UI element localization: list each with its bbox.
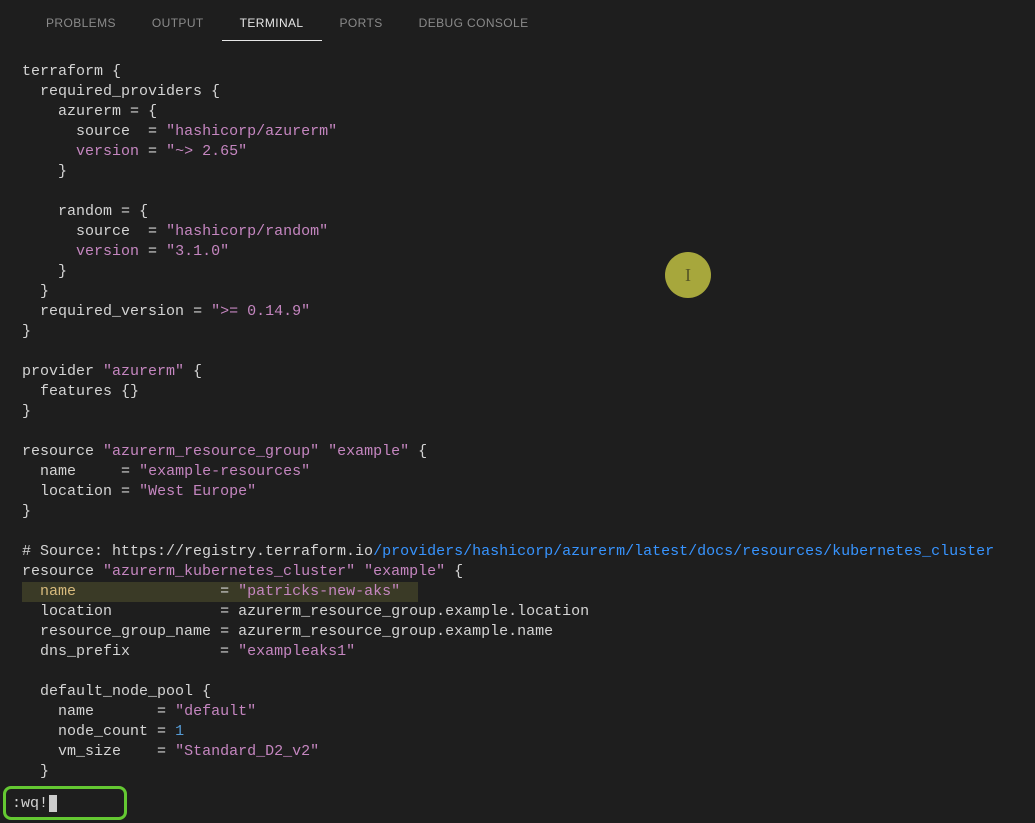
code-line: random = { (22, 203, 148, 220)
code-line: } (22, 403, 31, 420)
terminal-content[interactable]: terraform { required_providers { azurerm… (0, 40, 1035, 782)
code-line: resource_group_name = azurerm_resource_g… (22, 623, 553, 640)
code-line: required_providers { (22, 83, 220, 100)
code-line: dns_prefix = "exampleaks1" (22, 643, 355, 660)
code-line: } (22, 323, 31, 340)
code-line: terraform { (22, 63, 121, 80)
highlighted-line: name = "patricks-new-aks" (22, 582, 418, 602)
code-line: resource "azurerm_resource_group" "examp… (22, 443, 427, 460)
code-line (22, 183, 31, 200)
code-line: source = "hashicorp/random" (22, 223, 328, 240)
code-line: node_count = 1 (22, 723, 184, 740)
code-line: version = "~> 2.65" (22, 143, 247, 160)
cursor-glyph: I (685, 265, 691, 286)
tab-debug-console[interactable]: DEBUG CONSOLE (401, 10, 547, 40)
code-line: azurerm = { (22, 103, 157, 120)
code-line: name = "example-resources" (22, 463, 310, 480)
code-line: location = azurerm_resource_group.exampl… (22, 603, 589, 620)
code-line: } (22, 283, 49, 300)
code-line: version = "3.1.0" (22, 243, 229, 260)
code-line: vm_size = "Standard_D2_v2" (22, 743, 319, 760)
code-line (22, 663, 31, 680)
code-line (22, 423, 31, 440)
tab-output[interactable]: OUTPUT (134, 10, 222, 40)
code-line: location = "West Europe" (22, 483, 256, 500)
vim-command-text: :wq! (12, 795, 48, 812)
code-line: } (22, 163, 67, 180)
vim-command-line[interactable]: :wq! (3, 786, 127, 820)
code-line: source = "hashicorp/azurerm" (22, 123, 337, 140)
code-line: name = "default" (22, 703, 256, 720)
code-line (22, 343, 31, 360)
panel-tabs: PROBLEMS OUTPUT TERMINAL PORTS DEBUG CON… (0, 0, 1035, 40)
code-line: provider "azurerm" { (22, 363, 202, 380)
text-cursor-icon (49, 795, 57, 812)
cursor-indicator-icon: I (665, 252, 711, 298)
code-line: features {} (22, 383, 139, 400)
code-line: default_node_pool { (22, 683, 211, 700)
code-line (22, 523, 31, 540)
code-line: resource "azurerm_kubernetes_cluster" "e… (22, 563, 463, 580)
tab-problems[interactable]: PROBLEMS (28, 10, 134, 40)
code-line: } (22, 763, 49, 780)
code-line: # Source: https://registry.terraform.io/… (22, 543, 994, 560)
code-line: required_version = ">= 0.14.9" (22, 303, 310, 320)
code-line: } (22, 503, 31, 520)
code-line: } (22, 263, 67, 280)
tab-terminal[interactable]: TERMINAL (222, 10, 322, 41)
tab-ports[interactable]: PORTS (322, 10, 401, 40)
